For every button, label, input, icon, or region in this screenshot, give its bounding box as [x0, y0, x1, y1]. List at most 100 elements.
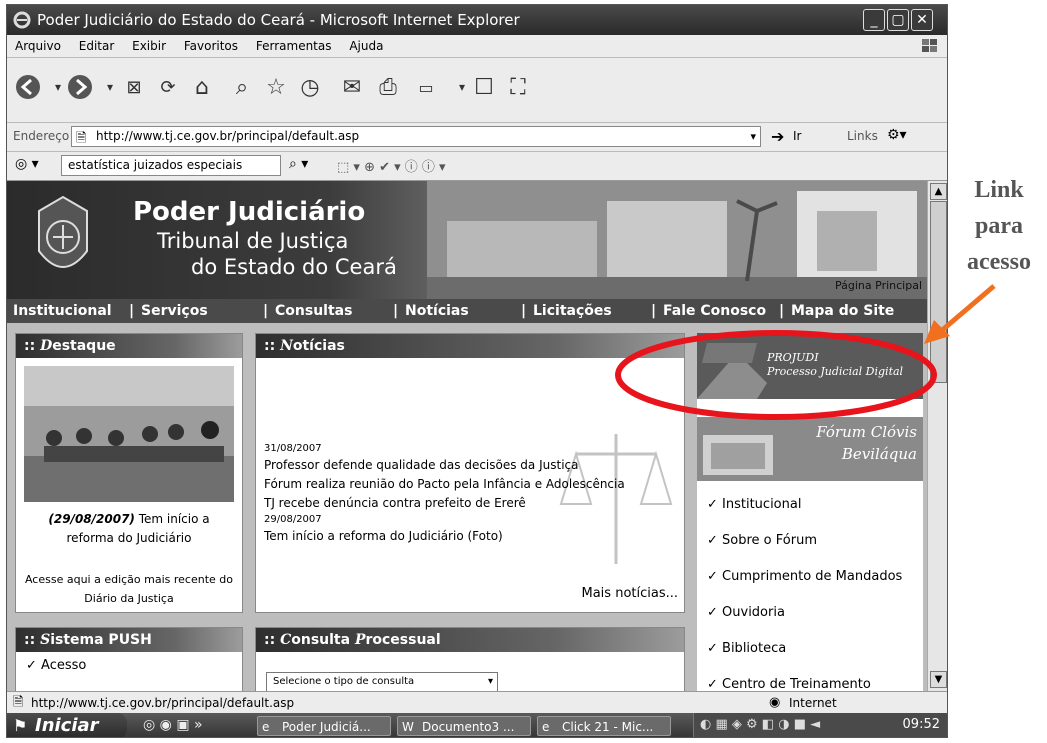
news-item[interactable]: Professor defende qualidade das decisões…	[264, 456, 676, 475]
menu-editar[interactable]: Editar	[79, 39, 115, 53]
push-panel: :: Sistema PUSH ✓ Acesso	[15, 627, 243, 691]
nav-fale-conosco[interactable]: Fale Conosco	[663, 299, 766, 323]
history-icon[interactable]: ◷	[295, 72, 325, 102]
nav-separator: |	[779, 303, 785, 319]
push-access-link[interactable]: ✓ Acesso	[16, 652, 242, 679]
window-title: Poder Judiciário do Estado do Ceará - Mi…	[37, 11, 520, 29]
discuss-icon[interactable]: ☐	[469, 72, 499, 102]
quick-launch-icons[interactable]: ◎ ◉ ▣ »	[143, 717, 203, 733]
menu-favoritos[interactable]: Favoritos	[184, 39, 238, 53]
edit-word-icon[interactable]: ▭	[411, 72, 441, 102]
menu-arquivo[interactable]: Arquivo	[15, 39, 61, 53]
go-arrow-icon[interactable]: ➔	[771, 127, 784, 146]
mail-icon[interactable]: ✉	[337, 72, 367, 102]
refresh-icon[interactable]: ⟳	[153, 72, 183, 102]
menu-ferramentas[interactable]: Ferramentas	[256, 39, 332, 53]
sidelink-centro-de-treinamento[interactable]: ✓ Centro de Treinamento	[697, 667, 923, 691]
banner-subtitle-1: Tribunal de Justiça	[157, 229, 349, 253]
stop-icon[interactable]: ⊠	[119, 72, 149, 102]
start-button[interactable]: ⚑ Iniciar	[7, 713, 127, 737]
nav-servicos[interactable]: Serviços	[141, 299, 208, 323]
news-date: 29/08/2007	[264, 514, 322, 525]
consulta-panel: :: Consulta Processual Selecione o tipo …	[255, 627, 685, 691]
task-click21[interactable]: e Click 21 - Mic...	[537, 716, 671, 736]
print-icon[interactable]: ⎙	[373, 72, 403, 102]
close-button[interactable]: ✕	[911, 9, 933, 31]
go-button[interactable]: Ir	[793, 129, 801, 143]
menu-exibir[interactable]: Exibir	[132, 39, 166, 53]
standard-toolbar: ▾ ▾ ⊠ ⟳ ⌂ ⌕ ☆ ◷ ✉ ⎙ ▭ ▾ ☐ ⛶	[7, 58, 947, 123]
more-news-link[interactable]: Mais notícias...	[581, 586, 678, 601]
toolbar-logo-icon: ◎ ▾	[15, 156, 39, 172]
address-label: Endereço	[13, 129, 70, 143]
windows-flag-icon: ⚑	[13, 716, 28, 735]
news-date: 31/08/2007	[264, 443, 322, 454]
annotation-text: Link para acesso	[967, 177, 1031, 275]
banner-subtitle-2: do Estado do Ceará	[191, 255, 397, 279]
status-bar: 🗎 http://www.tj.ce.gov.br/principal/defa…	[7, 691, 947, 714]
destaque-photo[interactable]	[24, 366, 234, 502]
address-input[interactable]: 🗎 http://www.tj.ce.gov.br/principal/defa…	[71, 126, 761, 147]
diario-link[interactable]: Acesse aqui a edição mais recente do Diá…	[24, 570, 234, 608]
nav-separator: |	[263, 303, 269, 319]
sidelink-institucional[interactable]: ✓ Institucional	[697, 487, 923, 523]
page-icon: 🗎	[76, 131, 87, 146]
page-content: Poder Judiciário Tribunal de Justiça do …	[7, 181, 927, 691]
clock: 09:52	[902, 717, 940, 732]
home-icon[interactable]: ⌂	[187, 72, 217, 102]
task-ie[interactable]: e Poder Judiciá...	[257, 716, 391, 736]
sidelink-biblioteca[interactable]: ✓ Biblioteca	[697, 631, 923, 667]
search-input[interactable]: estatística juizados especiais	[61, 155, 281, 176]
maximize-button[interactable]: ▢	[887, 9, 909, 31]
home-page-link[interactable]: Página Principal	[835, 279, 922, 292]
news-ticker: 31/08/2007 Professor defende qualidade d…	[264, 442, 676, 582]
annotation-arrow	[924, 284, 996, 344]
destaque-header: :: Destaque	[16, 334, 242, 358]
forward-icon[interactable]	[65, 72, 95, 102]
search-go-icon[interactable]: ⌕ ▾	[289, 156, 308, 172]
nav-licitacoes[interactable]: Licitações	[533, 299, 612, 323]
toolbar-buttons-icon[interactable]: ⬚ ▾ ⊕ ✔ ▾ ⓘ ⓘ ▾	[337, 156, 446, 175]
sidelink-ouvidoria[interactable]: ✓ Ouvidoria	[697, 595, 923, 631]
forum-title: Fórum Clóvis Beviláqua	[816, 423, 917, 463]
nav-separator: |	[651, 303, 657, 319]
sidelink-sobre-o-forum[interactable]: ✓ Sobre o Fórum	[697, 523, 923, 559]
messenger-icon[interactable]: ⛶	[503, 72, 533, 102]
scroll-down-icon[interactable]: ▼	[930, 671, 947, 688]
tray-icons[interactable]: ◐ ▦ ◈ ⚙ ◧ ◑ ■ ◄	[700, 717, 820, 732]
menu-ajuda[interactable]: Ajuda	[349, 39, 383, 53]
consulta-header: :: Consulta Processual	[256, 628, 684, 652]
favorites-star-icon[interactable]: ☆	[261, 72, 291, 102]
nav-institucional[interactable]: Institucional	[13, 299, 112, 323]
vertical-scrollbar[interactable]: ▲ ▼	[927, 181, 947, 691]
links-extra-icon[interactable]: ⚙▾	[887, 127, 907, 143]
scroll-up-icon[interactable]: ▲	[930, 183, 947, 200]
nav-mapa-do-site[interactable]: Mapa do Site	[791, 299, 894, 323]
sidelink-cumprimento-de-mandados[interactable]: ✓ Cumprimento de Mandados	[697, 559, 923, 595]
nav-servicos-separator: |	[129, 303, 135, 319]
browser-window: Poder Judiciário do Estado do Ceará - Mi…	[6, 4, 948, 738]
news-item[interactable]: TJ recebe denúncia contra prefeito de Er…	[264, 494, 676, 513]
search-icon[interactable]: ⌕	[227, 72, 257, 102]
status-url: http://www.tj.ce.gov.br/principal/defaul…	[31, 696, 295, 710]
minimize-button[interactable]: _	[863, 9, 885, 31]
ie-logo-icon	[13, 11, 31, 29]
news-item[interactable]: Fórum realiza reunião do Pacto pela Infâ…	[264, 475, 676, 494]
nav-separator: |	[393, 303, 399, 319]
nav-separator: |	[521, 303, 527, 319]
links-button[interactable]: Links	[847, 129, 878, 143]
nav-consultas[interactable]: Consultas	[275, 299, 352, 323]
word-task-icon: W	[402, 720, 414, 734]
back-icon[interactable]	[13, 72, 43, 102]
address-dropdown-icon[interactable]: ▾	[750, 127, 756, 146]
menu-bar: Arquivo Editar Exibir Favoritos Ferramen…	[7, 35, 947, 58]
consulta-type-select[interactable]: Selecione o tipo de consulta ▾	[266, 672, 498, 691]
title-bar: Poder Judiciário do Estado do Ceará - Mi…	[7, 5, 947, 35]
ie-task-icon: e	[262, 720, 270, 734]
news-item[interactable]: Tem início a reforma do Judiciário (Foto…	[264, 527, 676, 546]
search-toolbar: ◎ ▾ estatística juizados especiais ⌕ ▾ ⬚…	[7, 152, 947, 181]
nav-noticias[interactable]: Notícias	[405, 299, 469, 323]
task-word[interactable]: W Documento3 ...	[397, 716, 531, 736]
internet-globe-icon: ◉	[769, 695, 781, 710]
destaque-caption[interactable]: (29/08/2007) Tem início a reforma do Jud…	[24, 510, 234, 548]
